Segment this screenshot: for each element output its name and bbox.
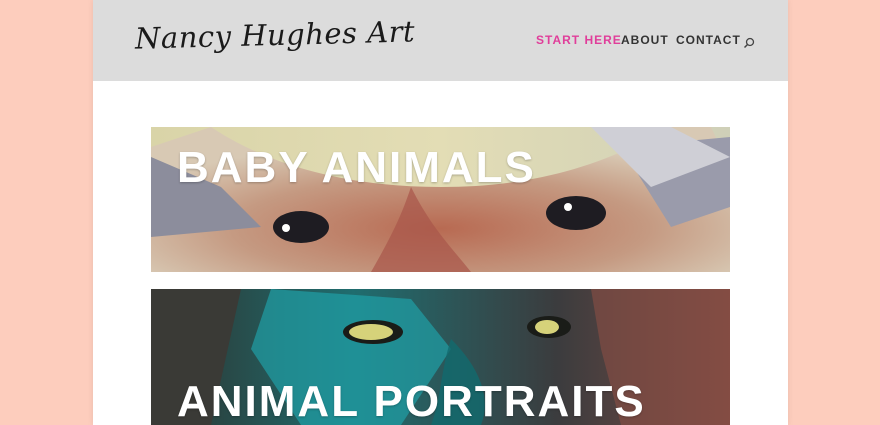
tile-title-animal-portraits: ANIMAL PORTRAITS (177, 377, 646, 425)
page-container: Nancy Hughes Art START HERE ABOUT CONTAC… (93, 0, 788, 425)
search-icon[interactable] (743, 34, 755, 49)
tile-baby-animals[interactable]: BABY ANIMALS (151, 127, 730, 272)
tile-animal-portraits[interactable]: ANIMAL PORTRAITS (151, 289, 730, 425)
tile-title-baby-animals: BABY ANIMALS (177, 143, 536, 192)
nav-item-contact[interactable]: CONTACT (676, 33, 741, 47)
site-header: Nancy Hughes Art START HERE ABOUT CONTAC… (93, 0, 788, 81)
nav-item-start-here[interactable]: START HERE (536, 33, 622, 47)
nav-item-about[interactable]: ABOUT (621, 33, 669, 47)
main-nav: START HERE ABOUT CONTACT (93, 33, 788, 49)
